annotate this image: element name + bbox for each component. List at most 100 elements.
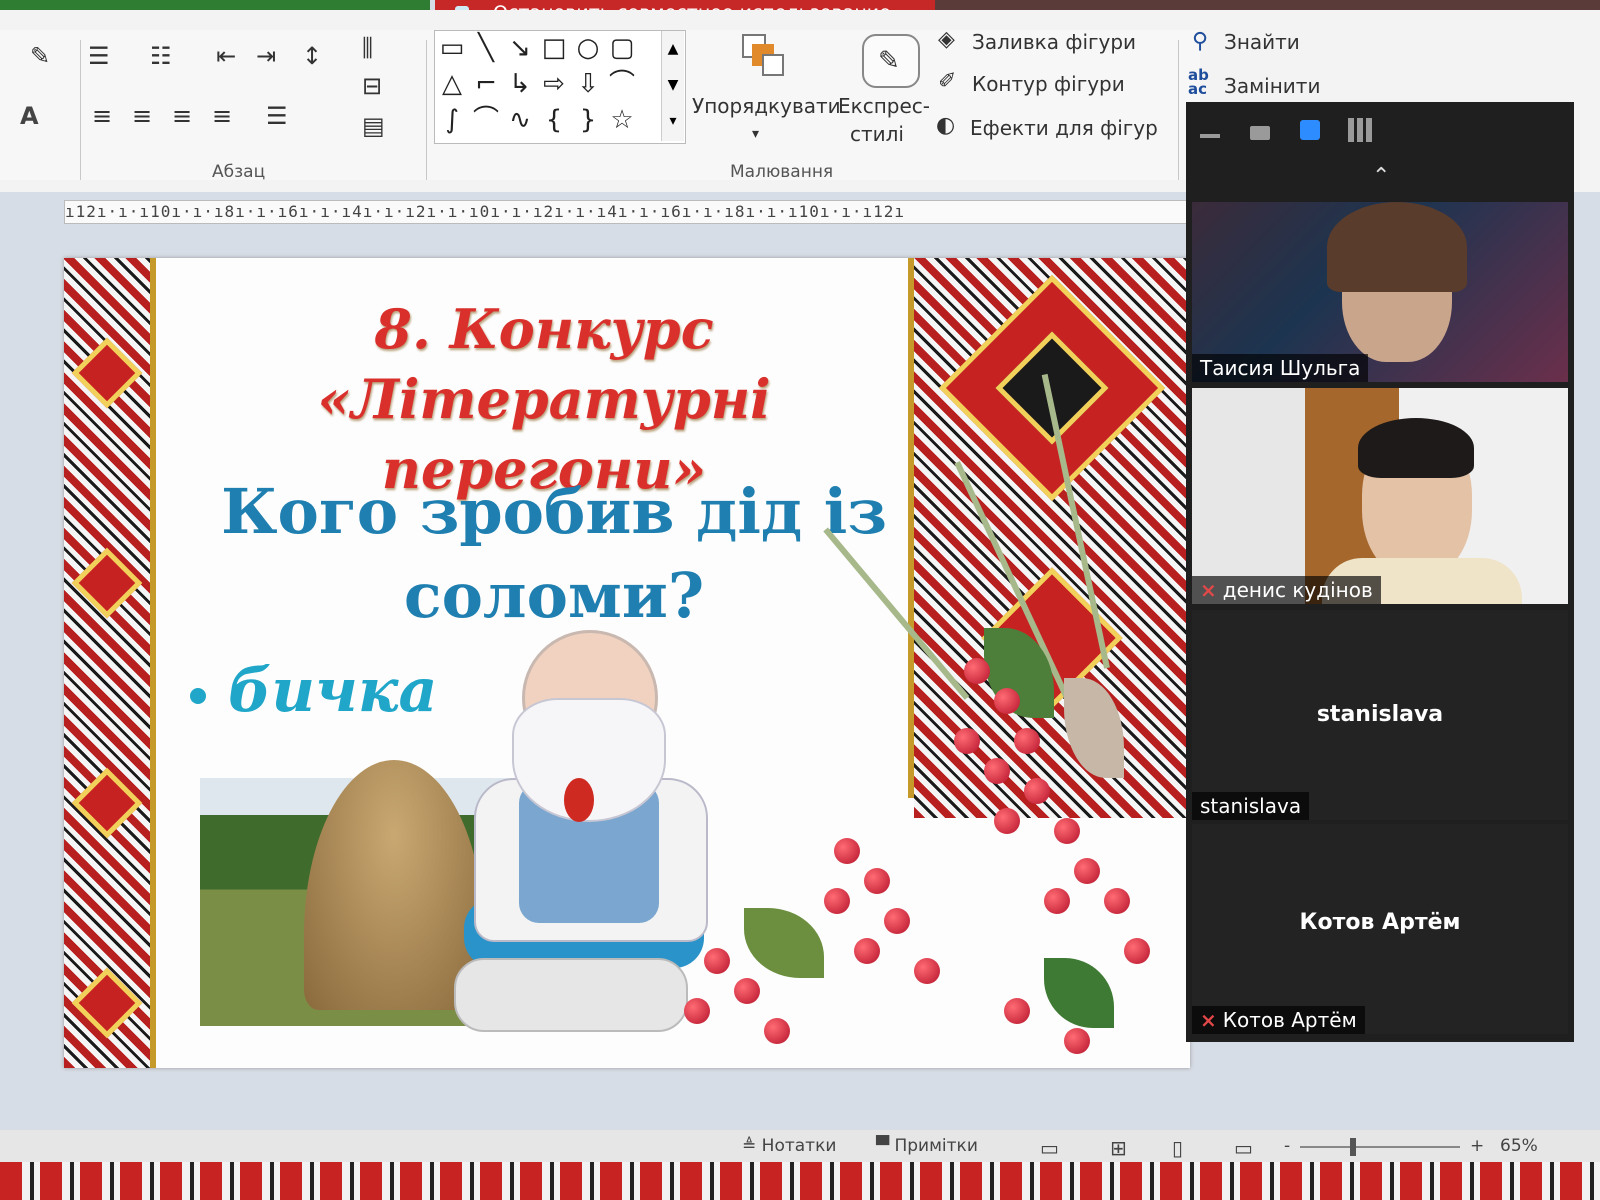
align-text-icon[interactable]: ⊟ [362, 72, 382, 100]
viburnum-berry [1054, 818, 1080, 844]
quick-styles-icon[interactable]: ✎ [862, 34, 920, 88]
quick-styles-label-2[interactable]: стилі [850, 122, 904, 146]
replace-icon[interactable]: ab ac [1188, 68, 1209, 97]
comments-button[interactable]: ▀ Примітки [876, 1136, 978, 1156]
reading-view-icon[interactable]: ▯ [1172, 1136, 1183, 1160]
gallery-view-icon[interactable] [1348, 118, 1372, 142]
muted-mic-icon: ⨯ [1200, 1008, 1217, 1032]
columns-icon[interactable]: ☰ [266, 102, 288, 130]
left-gold-stripe [150, 258, 156, 1068]
left-brace-shape-icon[interactable]: { [539, 105, 569, 135]
viburnum-berry [734, 978, 760, 1004]
rounded-rect-shape-icon[interactable]: ▢ [607, 33, 637, 63]
normal-view-icon[interactable]: ▭ [1040, 1136, 1059, 1160]
viburnum-berry [884, 908, 910, 934]
slide-answer-bullet: бичка [190, 656, 437, 726]
replace-button[interactable]: Замінити [1224, 74, 1320, 98]
line-spacing-icon[interactable]: ↕ [302, 42, 322, 70]
comments-label: Примітки [894, 1136, 978, 1156]
participant-tile[interactable]: stanislava stanislava [1192, 610, 1568, 820]
bullets-icon[interactable]: ☰ [88, 42, 110, 70]
strip-view-icon[interactable] [1300, 120, 1320, 140]
triangle-shape-icon[interactable]: △ [437, 69, 467, 99]
viburnum-berry [1024, 778, 1050, 804]
arrange-dropdown-icon[interactable]: ▾ [752, 120, 759, 148]
notes-icon: ≜ [742, 1136, 762, 1156]
bullet-icon [190, 687, 206, 704]
bottom-embroidery-strip [0, 1162, 1600, 1200]
zoom-out-icon[interactable]: - [1284, 1136, 1290, 1156]
ribbon-separator [80, 40, 81, 180]
justify-icon[interactable]: ≡ [212, 102, 232, 130]
text-direction-icon[interactable]: ⫼ [362, 34, 373, 62]
participant-tile[interactable]: Таисия Шульга [1192, 202, 1568, 382]
line-shape-icon[interactable]: ╲ [471, 33, 501, 63]
viburnum-berry [854, 938, 880, 964]
viburnum-berry [1074, 858, 1100, 884]
decrease-indent-icon[interactable]: ⇤ [216, 42, 236, 70]
arrow-line-shape-icon[interactable]: ↘ [505, 33, 535, 63]
find-button[interactable]: Знайти [1224, 30, 1300, 54]
ribbon-separator [426, 40, 427, 180]
right-arrow-shape-icon[interactable]: ⇨ [539, 69, 569, 99]
collapse-chevron-up-icon[interactable]: ⌃ [1372, 164, 1390, 189]
elbow-connector-icon[interactable]: ⌐ [471, 69, 501, 99]
quick-styles-label-1[interactable]: Експрес- [838, 94, 930, 118]
shape-outline-button[interactable]: Контур фігури [972, 72, 1125, 96]
participant-center-name: stanislava [1316, 702, 1444, 727]
participant-tile[interactable]: Котов Артём ⨯ Котов Артём [1192, 824, 1568, 1034]
viburnum-berry [964, 658, 990, 684]
arc-shape-icon[interactable]: ⌒ [471, 105, 501, 135]
zoom-slider-thumb[interactable] [1350, 1138, 1356, 1156]
down-arrow-shape-icon[interactable]: ⇩ [573, 69, 603, 99]
zoom-in-icon[interactable]: + [1470, 1136, 1484, 1156]
ribbon-separator [1178, 40, 1179, 180]
viburnum-berry [1014, 728, 1040, 754]
elbow-arrow-icon[interactable]: ↳ [505, 69, 535, 99]
search-icon[interactable]: ⚲ [1192, 28, 1208, 56]
star-shape-icon[interactable]: ☆ [607, 105, 637, 135]
freeform-shape-icon[interactable]: ⌒ [607, 69, 637, 99]
shape-fill-icon[interactable]: ◈ [938, 26, 955, 54]
right-brace-shape-icon[interactable]: } [573, 105, 603, 135]
scribble-shape-icon[interactable]: ∫ [437, 105, 467, 135]
shape-effects-button[interactable]: Ефекти для фігур [970, 116, 1158, 140]
slide-sorter-icon[interactable]: ⊞ [1110, 1136, 1127, 1160]
increase-indent-icon[interactable]: ⇥ [256, 42, 276, 70]
shape-outline-icon[interactable]: ✐ [938, 68, 956, 96]
arrange-button[interactable]: Упорядкувати [692, 94, 841, 118]
zoom-level[interactable]: 65% [1500, 1136, 1538, 1156]
shape-fill-button[interactable]: Заливка фігури [972, 30, 1136, 54]
notes-button[interactable]: ≜ Нотатки [742, 1136, 836, 1156]
slide-question: Кого зробив дід із соломи? [184, 470, 924, 638]
viburnum-leaf [744, 908, 824, 978]
gallery-scroll[interactable]: ▲ ▼ ▾ [661, 31, 684, 141]
align-center-icon[interactable]: ≡ [132, 102, 152, 130]
numbering-icon[interactable]: ☷ [150, 42, 172, 70]
arrange-icon[interactable] [736, 30, 786, 80]
viburnum-berry [994, 688, 1020, 714]
curve-shape-icon[interactable]: ∿ [505, 105, 535, 135]
shape-effects-icon[interactable]: ◐ [936, 112, 955, 140]
textbox-shape-icon[interactable]: ▭ [437, 33, 467, 63]
speaker-view-icon[interactable] [1250, 126, 1270, 140]
format-painter-icon[interactable]: ✎ [30, 42, 50, 70]
shapes-gallery[interactable]: ▭ ╲ ↘ □ ○ ▢ △ ⌐ ↳ ⇨ ⇩ ⌒ ∫ ⌒ ∿ { } ☆ ▲ ▼ ▾ [434, 30, 686, 144]
horizontal-ruler: ı12ı·ı·ı10ı·ı·ı8ı·ı·ı6ı·ı·ı4ı·ı·ı2ı·ı·ı0… [64, 200, 1188, 224]
zoom-slider[interactable] [1300, 1146, 1460, 1148]
oval-shape-icon[interactable]: ○ [573, 33, 603, 63]
viburnum-berry [984, 758, 1010, 784]
slideshow-icon[interactable]: ▭ [1234, 1136, 1253, 1160]
smartart-icon[interactable]: ▤ [362, 112, 385, 140]
viburnum-berry [1064, 1028, 1090, 1054]
minimize-icon[interactable] [1200, 134, 1220, 138]
participant-name-tag: ⨯ Котов Артём [1192, 1006, 1365, 1034]
participant-tile[interactable]: ⨯ денис кудінов [1192, 388, 1568, 604]
rectangle-shape-icon[interactable]: □ [539, 33, 569, 63]
align-left-icon[interactable]: ≡ [92, 102, 112, 130]
align-right-icon[interactable]: ≡ [172, 102, 192, 130]
slide-canvas: 8. Конкурс «Літературні перегони» Кого з… [64, 258, 1190, 1068]
viburnum-berry [864, 868, 890, 894]
video-participants-panel: ⌃ Таисия Шульга ⨯ денис кудінов stanislav… [1186, 102, 1574, 1042]
font-color-icon[interactable]: A [20, 102, 39, 130]
